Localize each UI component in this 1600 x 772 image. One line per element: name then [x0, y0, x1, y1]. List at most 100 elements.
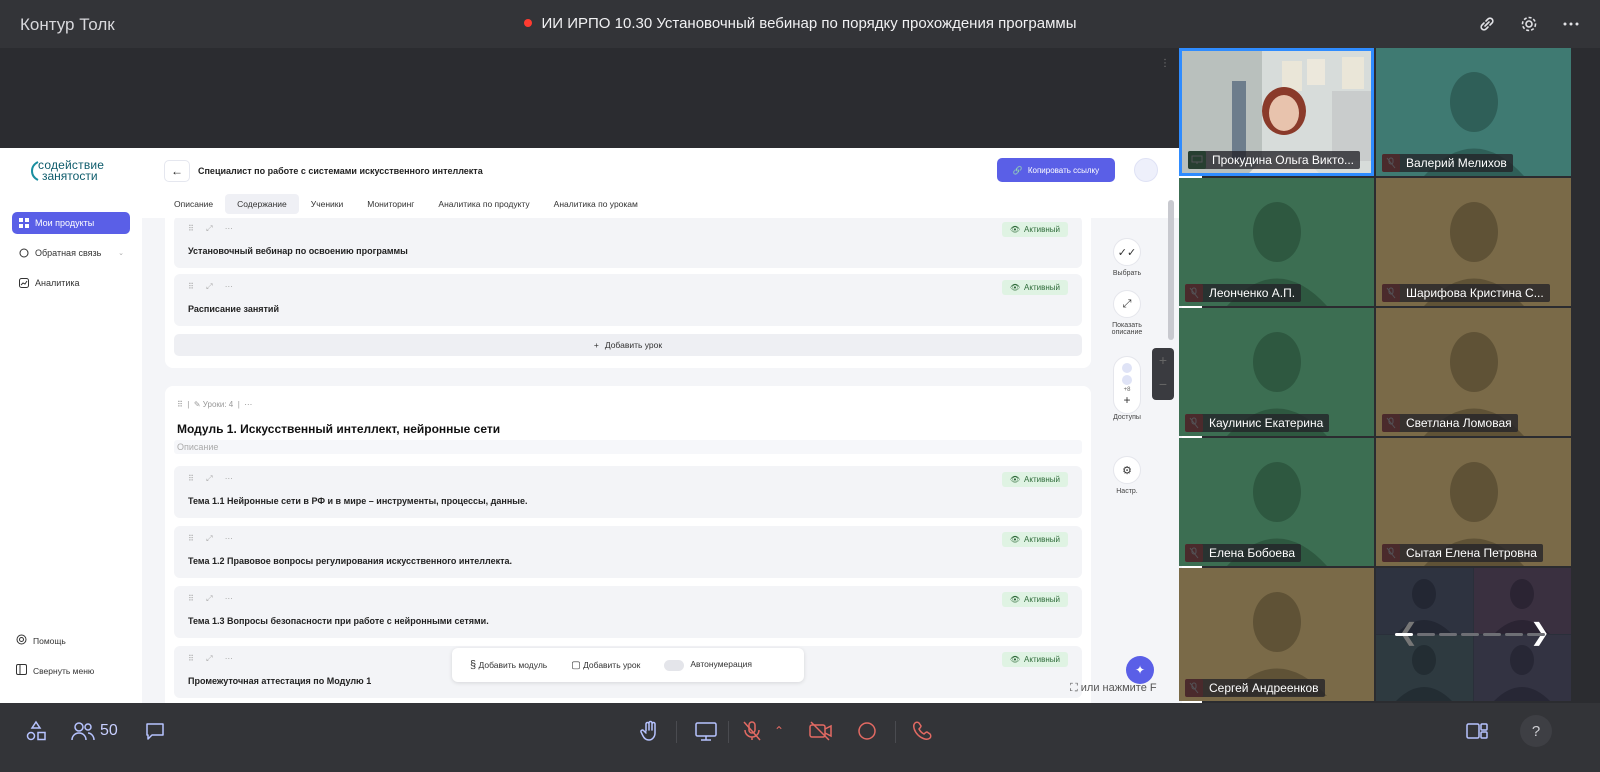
module-meta: ⠿ | ✎ Уроки: 4 | ⋯ — [177, 400, 253, 409]
participant-tile[interactable]: Шарифова Кристина С... — [1376, 178, 1571, 306]
sidebar-item-analytics[interactable]: Аналитика — [12, 272, 130, 294]
magic-wand-icon: ✦ — [1134, 663, 1146, 677]
tab-content[interactable]: Содержание — [225, 194, 299, 214]
help-button[interactable]: ? — [1520, 715, 1552, 747]
link-icon[interactable] — [1476, 13, 1498, 35]
drag-handle-icon[interactable]: ⠿ ⤢ ⋯ — [188, 594, 238, 604]
divider — [676, 721, 677, 743]
section-icon: § — [470, 659, 477, 671]
settings-tool[interactable]: ⚙ Настр. — [1108, 456, 1146, 495]
camera-button[interactable] — [807, 717, 835, 745]
chat-icon — [19, 248, 29, 258]
record-icon — [858, 722, 876, 740]
raise-hand-button[interactable] — [638, 717, 662, 745]
add-lesson-label: Добавить урок — [604, 340, 663, 350]
status-text: Активный — [1024, 655, 1060, 664]
mic-off-icon — [743, 721, 761, 741]
show-description-tool[interactable]: ⤢ Показать описание — [1108, 290, 1146, 336]
help-link[interactable]: Помощь — [16, 634, 66, 647]
record-button[interactable] — [855, 717, 879, 745]
participant-tile[interactable]: Сытая Елена Петровна — [1376, 438, 1571, 566]
tab-monitoring[interactable]: Мониторинг — [355, 194, 426, 214]
tab-product-analytics[interactable]: Аналитика по продукту — [426, 194, 541, 214]
drag-handle-icon[interactable]: ⠿ ⤢ ⋯ — [188, 282, 238, 292]
sidebar-item-label: Мои продукты — [35, 218, 95, 228]
select-tool[interactable]: ✓✓ Выбрать — [1108, 238, 1146, 277]
participant-tile[interactable]: Леонченко А.П. — [1179, 178, 1374, 306]
participant-name: Светлана Ломовая — [1382, 414, 1518, 432]
back-button[interactable]: ← — [164, 160, 190, 182]
more-icon[interactable] — [1560, 13, 1582, 35]
hand-icon — [640, 720, 656, 741]
gear-icon[interactable] — [1518, 13, 1540, 35]
sidebar-item-products[interactable]: Мои продукты — [12, 212, 130, 234]
microphone-button[interactable] — [740, 717, 764, 745]
status-text: Активный — [1024, 595, 1060, 604]
title-bar: Контур Толк ИИ ИРПО 10.30 Установочный в… — [0, 0, 1600, 48]
participant-tile[interactable]: Прокудина Ольга Викто... — [1179, 48, 1374, 176]
lesson-title: Тема 1.1 Нейронные сети в РФ и в мире – … — [188, 496, 528, 506]
tab-description[interactable]: Описание — [162, 194, 225, 214]
eye-icon: 👁 — [1009, 595, 1021, 604]
lesson-item[interactable]: ⠿ ⤢ ⋯ 👁 Активный Тема 1.2 Правовое вопрос… — [174, 526, 1082, 578]
participant-name: Прокудина Ольга Викто... — [1188, 151, 1361, 169]
zoom-controls[interactable]: + − — [1152, 348, 1174, 400]
status-text: Активный — [1024, 283, 1060, 292]
chat-button[interactable] — [143, 717, 167, 745]
drag-handle-icon[interactable]: ⠿ ⤢ ⋯ — [188, 224, 238, 234]
avatar[interactable] — [1134, 158, 1158, 182]
lesson-title: Тема 1.3 Вопросы безопасности при работе… — [188, 616, 489, 626]
participant-name: Шарифова Кристина С... — [1382, 284, 1550, 302]
shapes-button[interactable] — [24, 717, 48, 745]
access-tool[interactable]: +8 + Доступы — [1108, 356, 1146, 421]
sidebar-item-feedback[interactable]: Обратная связь ⌄ — [12, 242, 130, 264]
module-title: Модуль 1. Искусственный интеллект, нейро… — [177, 422, 501, 436]
tab-lesson-analytics[interactable]: Аналитика по урокам — [542, 194, 650, 214]
status-text: Активный — [1024, 535, 1060, 544]
sidebar-item-label: Обратная связь — [35, 248, 102, 258]
autonumber-toggle[interactable]: Автонумерация — [664, 659, 752, 671]
layout-button[interactable] — [1464, 717, 1490, 745]
drag-handle-icon[interactable]: ⠿ ⤢ ⋯ — [188, 654, 238, 664]
add-module-button[interactable]: § Добавить модуль — [470, 659, 547, 671]
module-description-field[interactable]: Описание — [174, 440, 1082, 454]
eye-icon: 👁 — [1009, 655, 1021, 664]
participants-button[interactable]: 50 — [70, 717, 118, 745]
status-text: Активный — [1024, 475, 1060, 484]
toggle-switch[interactable] — [664, 659, 685, 671]
recording-indicator — [523, 19, 532, 28]
scrollbar[interactable] — [1168, 200, 1174, 340]
eye-icon: 👁 — [1009, 283, 1021, 292]
collapse-menu-link[interactable]: Свернуть меню — [16, 664, 94, 677]
chevron-up-icon[interactable]: ⌃ — [774, 717, 784, 745]
participant-tile[interactable]: Сергей Андреенков — [1179, 568, 1374, 701]
status-text: Активный — [1024, 225, 1060, 234]
access-avatars: +8 + — [1113, 356, 1141, 414]
lesson-item[interactable]: ⠿ ⤢ ⋯ 👁 Активный Тема 1.3 Вопросы безопас… — [174, 586, 1082, 638]
lesson-item[interactable]: ⠿ ⤢ ⋯ 👁 Активный Расписание занятий — [174, 274, 1082, 326]
gear-icon: ⚙ — [1113, 456, 1141, 484]
lesson-item[interactable]: ⠿ ⤢ ⋯ 👁 Активный Установочный вебинар по … — [174, 218, 1082, 268]
drag-handle-icon[interactable]: ⠿ ⤢ ⋯ — [188, 534, 238, 544]
lesson-item[interactable]: ⠿ ⤢ ⋯ 👁 Активный Тема 1.1 Нейронные сети … — [174, 466, 1082, 518]
tab-students[interactable]: Ученики — [299, 194, 355, 214]
right-tools: ✓✓ Выбрать ⤢ Показать описание +8 + Доступы… — [1102, 238, 1152, 713]
question-icon: ? — [1531, 722, 1541, 740]
participant-tile[interactable]: Елена Бобоева — [1179, 438, 1374, 566]
layout-icon — [1466, 723, 1488, 739]
select-label: Выбрать — [1112, 270, 1142, 277]
participant-tile[interactable]: Каулинис Екатерина — [1179, 308, 1374, 436]
drag-handle-icon[interactable]: ⠿ ⤢ ⋯ — [188, 474, 238, 484]
copy-link-button[interactable]: 🔗 Копировать ссылку — [997, 158, 1115, 182]
status-badge: 👁 Активный — [1001, 532, 1068, 547]
screen-share-button[interactable] — [693, 717, 719, 745]
add-module-label: Добавить модуль — [478, 660, 548, 670]
participant-tile[interactable]: Валерий Мелихов — [1376, 48, 1571, 176]
stage-menu-icon[interactable]: ⋮ — [1160, 58, 1170, 69]
magic-wand-button[interactable]: ✦ — [1126, 656, 1154, 684]
call-controls: 50 ⌃ ? — [0, 703, 1600, 772]
add-lesson-toolbar-button[interactable]: ▢ Добавить урок — [571, 660, 640, 671]
hang-up-button[interactable] — [910, 717, 934, 745]
participant-tile[interactable]: Светлана Ломовая — [1376, 308, 1571, 436]
add-lesson-button[interactable]: + Добавить урок — [174, 334, 1082, 356]
